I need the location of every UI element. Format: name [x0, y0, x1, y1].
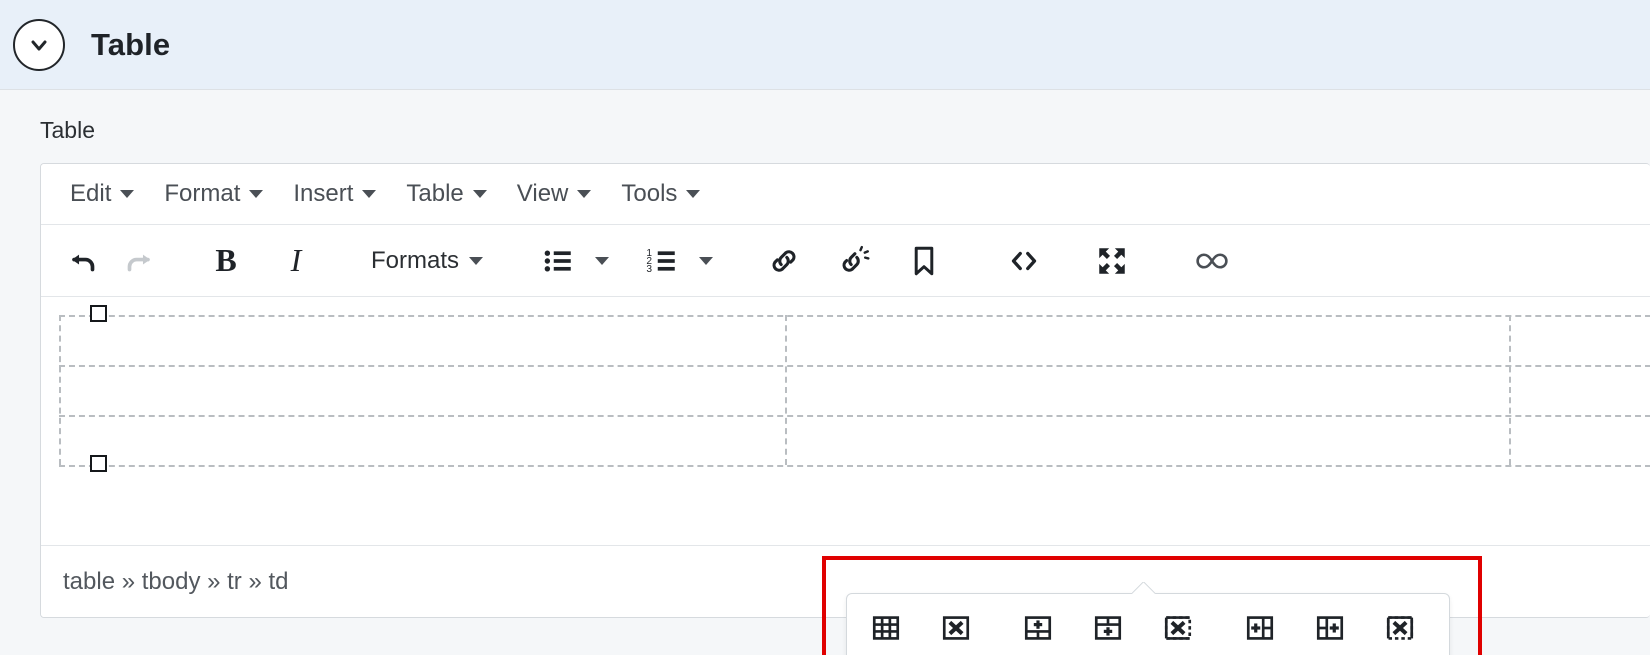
menu-tools[interactable]: Tools: [608, 175, 713, 213]
chevron-down-icon: [469, 256, 484, 265]
bold-icon: B: [215, 242, 237, 278]
table-resize-handle-top-left[interactable]: [90, 305, 107, 322]
delete-row-icon[interactable]: [1154, 604, 1202, 652]
source-code-icon[interactable]: [997, 236, 1051, 286]
infinity-icon[interactable]: [1185, 236, 1239, 286]
insert-row-after-icon[interactable]: [1084, 604, 1132, 652]
chevron-down-icon: [472, 190, 487, 198]
table-row: [59, 365, 1650, 367]
formats-label: Formats: [371, 246, 460, 274]
svg-text:3: 3: [646, 264, 652, 275]
editor-menubar: Edit Format Insert Table View Tools: [41, 164, 1650, 225]
chevron-down-icon: [595, 256, 610, 265]
element-path[interactable]: table » tbody » tr » td: [63, 568, 288, 596]
insert-column-after-icon[interactable]: [1306, 604, 1354, 652]
chevron-down-icon: [577, 190, 592, 198]
unlink-icon[interactable]: [827, 236, 881, 286]
menu-view[interactable]: View: [504, 175, 605, 213]
chevron-down-icon: [362, 190, 377, 198]
menu-tools-label: Tools: [621, 180, 678, 207]
table-right-edge: [1509, 315, 1511, 465]
menu-insert-label: Insert: [293, 180, 354, 207]
menu-view-label: View: [516, 180, 569, 207]
menu-format-label: Format: [164, 180, 241, 207]
redo-icon: [111, 236, 165, 286]
table-row: [59, 415, 1650, 417]
table-context-toolbar: [846, 593, 1450, 655]
chevron-down-icon: [686, 190, 701, 198]
undo-icon[interactable]: [57, 236, 111, 286]
menu-edit[interactable]: Edit: [57, 175, 147, 213]
table-row: [59, 465, 1650, 467]
formats-dropdown[interactable]: Formats: [357, 241, 497, 281]
editor-content-area[interactable]: [41, 297, 1650, 545]
italic-button[interactable]: I: [269, 236, 323, 286]
insert-row-before-icon[interactable]: [1014, 604, 1062, 652]
rich-text-editor: Edit Format Insert Table View Tools B I …: [40, 163, 1650, 618]
link-icon[interactable]: [757, 236, 811, 286]
menu-edit-label: Edit: [70, 180, 112, 207]
chevron-down-icon[interactable]: [13, 18, 65, 71]
delete-table-icon[interactable]: [932, 604, 980, 652]
menu-table-label: Table: [406, 180, 464, 207]
bullet-list-options-caret[interactable]: [585, 236, 619, 286]
numbered-list-options-caret[interactable]: [689, 236, 723, 286]
numbered-list-icon[interactable]: 1 2 3: [635, 236, 689, 286]
bullet-list-icon[interactable]: [531, 236, 585, 286]
page-title: Table: [91, 26, 171, 62]
bookmark-icon[interactable]: [897, 236, 951, 286]
insert-column-before-icon[interactable]: [1236, 604, 1284, 652]
table-left-edge: [59, 315, 61, 465]
table-row: [59, 315, 1650, 317]
editable-table[interactable]: [59, 315, 1650, 467]
table-field-panel: Table Table Edit Format Insert Table Vie…: [0, 0, 1650, 655]
table-column-divider: [785, 315, 787, 465]
table-properties-icon[interactable]: [862, 604, 910, 652]
editor-toolbar: B I Formats 1 2 3: [41, 225, 1650, 297]
chevron-down-icon: [120, 190, 135, 198]
menu-insert[interactable]: Insert: [280, 175, 389, 213]
menu-table[interactable]: Table: [393, 175, 499, 213]
field-label: Table: [40, 117, 95, 143]
chevron-down-icon: [249, 190, 264, 198]
table-resize-handle-bottom-left[interactable]: [90, 455, 107, 472]
panel-header: Table: [0, 0, 1650, 89]
menu-format[interactable]: Format: [151, 175, 276, 213]
bold-button[interactable]: B: [199, 236, 253, 286]
delete-column-icon[interactable]: [1376, 604, 1424, 652]
fullscreen-icon[interactable]: [1085, 236, 1139, 286]
italic-icon: I: [290, 242, 302, 278]
chevron-down-icon: [699, 256, 714, 265]
tooltip-arrow: [1132, 582, 1156, 594]
panel-body: Table Edit Format Insert Table View Tool…: [0, 89, 1650, 655]
